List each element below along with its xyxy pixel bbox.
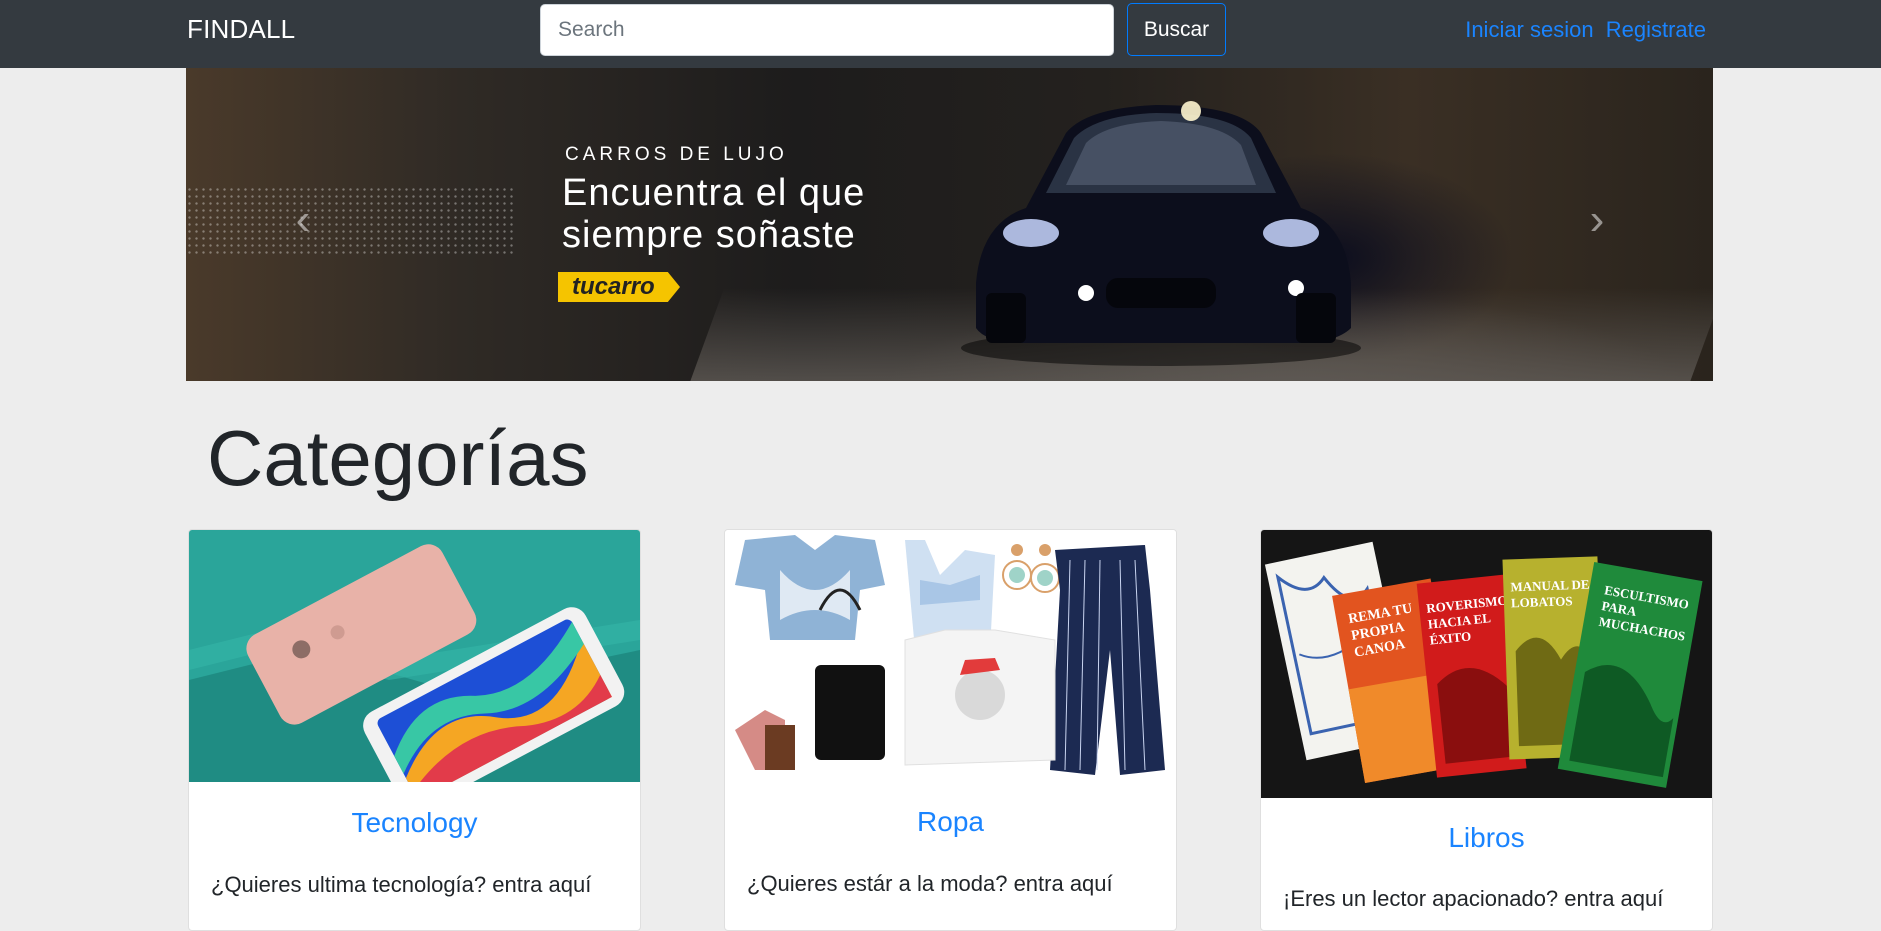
navbar: FINDALL Buscar Iniciar sesion Registrate (0, 0, 1881, 68)
search-button[interactable]: Buscar (1127, 3, 1226, 56)
card-text-ropa: ¿Quieres estár a la moda? entra aquí (747, 871, 1113, 896)
card-title-ropa[interactable]: Ropa (725, 806, 1176, 838)
brand-logo[interactable]: FINDALL (187, 14, 295, 45)
svg-text:MANUAL DE: MANUAL DE (1510, 577, 1590, 595)
libros-card-image[interactable]: REMA TU PROPIA CANOA ROVERISMO HACIA EL … (1261, 530, 1712, 798)
banner-kicker: CARROS DE LUJO (565, 144, 788, 165)
category-card-ropa[interactable]: Ropa ¿Quieres estár a la moda? entra aqu… (724, 529, 1177, 931)
auth-links: Iniciar sesion Registrate (1465, 17, 1706, 43)
banner-headline: Encuentra el que siempre soñaste (562, 172, 962, 256)
register-link[interactable]: Registrate (1606, 17, 1706, 42)
login-link[interactable]: Iniciar sesion (1465, 17, 1593, 42)
banner-headline-line1: Encuentra el que (562, 172, 866, 214)
categories-heading: Categorías (207, 414, 589, 502)
ropa-card-image[interactable] (725, 530, 1176, 782)
banner-car-image (961, 101, 1361, 366)
category-card-tecnology[interactable]: Tecnology ¿Quieres ultima tecnología? en… (188, 529, 641, 931)
category-card-libros[interactable]: REMA TU PROPIA CANOA ROVERISMO HACIA EL … (1260, 529, 1713, 931)
card-title-tecnology[interactable]: Tecnology (189, 807, 640, 839)
banner-dot-pattern (186, 186, 516, 258)
card-text-tecnology: ¿Quieres ultima tecnología? entra aquí (211, 872, 592, 897)
card-text-libros: ¡Eres un lector apacionado? entra aquí (1283, 886, 1664, 911)
tecnology-card-image[interactable] (189, 530, 640, 782)
svg-text:LOBATOS: LOBATOS (1511, 593, 1573, 610)
tucarro-logo: tucarro (558, 272, 680, 302)
carousel-prev-icon[interactable]: ‹ (288, 198, 318, 242)
carousel-next-icon[interactable]: › (1582, 198, 1612, 242)
banner-headline-line2: siempre soñaste (562, 214, 856, 256)
search-input[interactable] (540, 4, 1114, 56)
banner-carousel[interactable]: CARROS DE LUJO Encuentra el que siempre … (186, 68, 1713, 381)
card-title-libros[interactable]: Libros (1261, 822, 1712, 854)
